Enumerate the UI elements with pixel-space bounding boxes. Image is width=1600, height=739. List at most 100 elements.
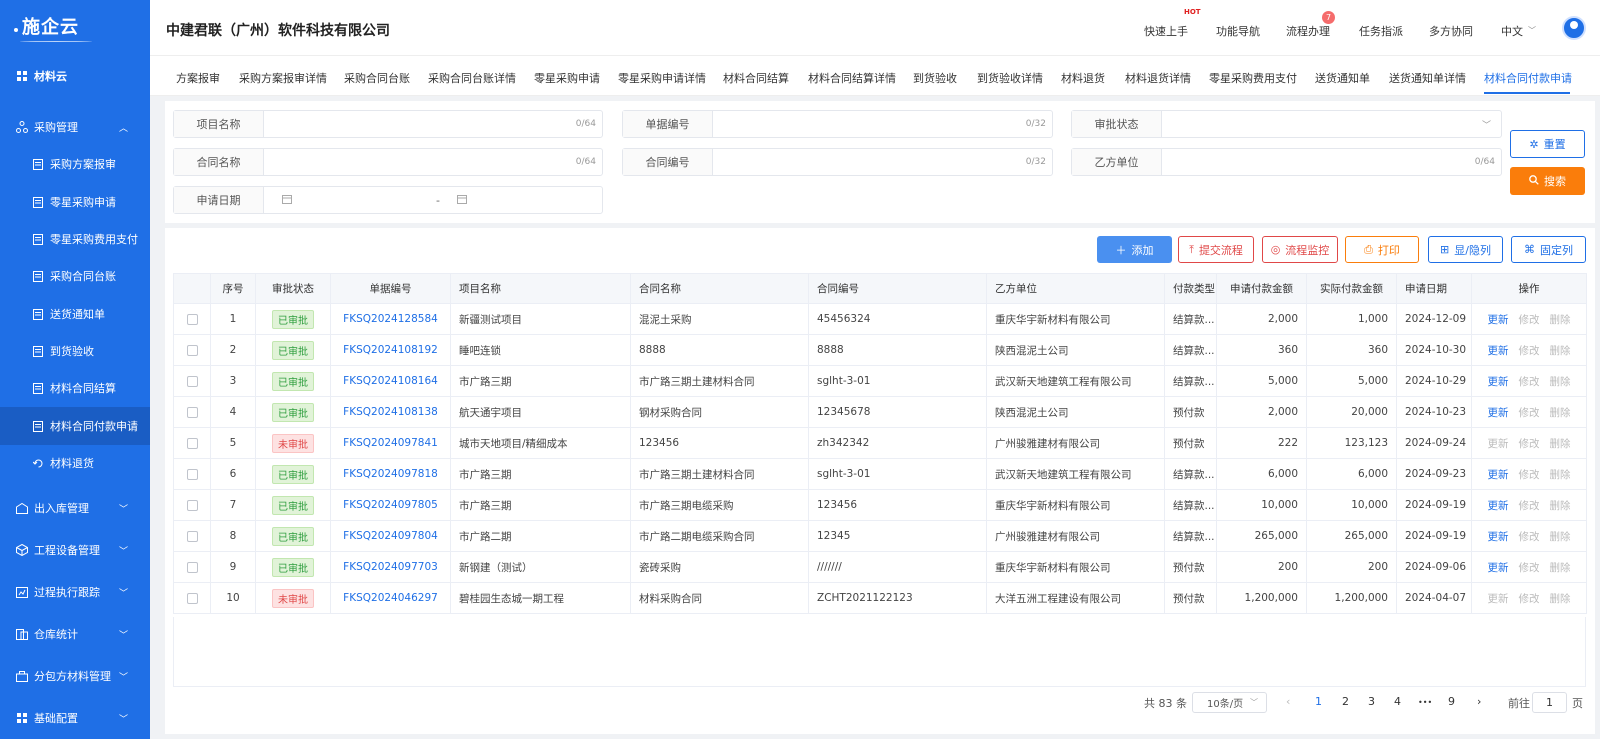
- doc-no-field[interactable]: 单据编号 0/32: [622, 110, 1053, 138]
- edit-button[interactable]: 修改: [1519, 314, 1540, 326]
- edit-button[interactable]: 修改: [1519, 469, 1540, 481]
- edit-button[interactable]: 修改: [1519, 593, 1540, 605]
- sidebar-item-delivery-notice[interactable]: 送货通知单: [0, 295, 150, 333]
- page-1[interactable]: 1: [1315, 695, 1322, 708]
- process-monitor-button[interactable]: ◎ 流程监控: [1262, 236, 1338, 263]
- sidebar-item-material-return[interactable]: 材料退货: [0, 444, 150, 482]
- doc-no-link[interactable]: FKSQ2024097703: [343, 561, 438, 573]
- row-checkbox[interactable]: [186, 530, 198, 542]
- row-checkbox[interactable]: [186, 313, 198, 325]
- page-size-select[interactable]: 10条/页 ﹀: [1192, 692, 1267, 713]
- tab-contract-ledger[interactable]: 采购合同台账: [344, 70, 410, 86]
- sidebar-group-process[interactable]: 过程执行跟踪 ﹀: [0, 573, 150, 611]
- doc-no-link[interactable]: FKSQ2024046297: [343, 592, 438, 604]
- print-button[interactable]: ⎙ 打印: [1345, 236, 1419, 263]
- row-checkbox[interactable]: [186, 437, 198, 449]
- edit-button[interactable]: 修改: [1519, 562, 1540, 574]
- delete-button[interactable]: 删除: [1550, 531, 1571, 543]
- tab-delivery-notice[interactable]: 送货通知单: [1315, 70, 1370, 86]
- update-button[interactable]: 更新: [1488, 469, 1509, 481]
- page-3[interactable]: 3: [1368, 695, 1375, 708]
- doc-no-link[interactable]: FKSQ2024108192: [343, 344, 438, 356]
- doc-no-link[interactable]: FKSQ2024097818: [343, 468, 438, 480]
- page-ellipsis[interactable]: •••: [1418, 698, 1432, 707]
- sidebar-item-material-cloud[interactable]: 材料云: [0, 57, 150, 95]
- row-checkbox[interactable]: [186, 561, 198, 573]
- edit-button[interactable]: 修改: [1519, 345, 1540, 357]
- row-checkbox[interactable]: [186, 375, 198, 387]
- contract-name-field[interactable]: 合同名称 0/64: [173, 148, 603, 176]
- sidebar-item-purchase-plan[interactable]: 采购方案报审: [0, 145, 150, 183]
- sidebar-item-arrival-check[interactable]: 到货验收: [0, 332, 150, 370]
- prev-page-button[interactable]: ‹: [1286, 695, 1290, 708]
- tab-purchase-plan[interactable]: 方案报审: [176, 70, 220, 86]
- delete-button[interactable]: 删除: [1550, 314, 1571, 326]
- delete-button[interactable]: 删除: [1550, 407, 1571, 419]
- project-name-field[interactable]: 项目名称 0/64: [173, 110, 603, 138]
- party-b-field[interactable]: 乙方单位 0/64: [1071, 148, 1502, 176]
- tab-payment-request[interactable]: 材料合同付款申请: [1484, 70, 1572, 86]
- edit-button[interactable]: 修改: [1519, 376, 1540, 388]
- delete-button[interactable]: 删除: [1550, 500, 1571, 512]
- update-button[interactable]: 更新: [1488, 376, 1509, 388]
- tab-sporadic-payment[interactable]: 零星采购费用支付: [1209, 70, 1297, 86]
- collaboration-link[interactable]: 多方协同: [1429, 23, 1473, 39]
- process-handle-link[interactable]: 流程办理: [1286, 23, 1330, 39]
- update-button[interactable]: 更新: [1488, 407, 1509, 419]
- toggle-columns-button[interactable]: ⊞ 显/隐列: [1428, 236, 1503, 263]
- doc-no-link[interactable]: FKSQ2024097805: [343, 499, 438, 511]
- page-9[interactable]: 9: [1448, 695, 1455, 708]
- doc-no-link[interactable]: FKSQ2024128584: [343, 313, 438, 325]
- sidebar-item-contract-settlement[interactable]: 材料合同结算: [0, 369, 150, 407]
- sidebar-group-equipment[interactable]: 工程设备管理 ﹀: [0, 531, 150, 569]
- update-button[interactable]: 更新: [1488, 314, 1509, 326]
- delete-button[interactable]: 删除: [1550, 593, 1571, 605]
- delete-button[interactable]: 删除: [1550, 562, 1571, 574]
- edit-button[interactable]: 修改: [1519, 500, 1540, 512]
- add-button[interactable]: ＋ 添加: [1097, 236, 1172, 263]
- doc-no-link[interactable]: FKSQ2024097841: [343, 437, 438, 449]
- sidebar-group-warehouse[interactable]: 仓库统计 ﹀: [0, 615, 150, 653]
- reset-button[interactable]: ✲ 重置: [1510, 130, 1585, 158]
- tab-contract-settlement-detail[interactable]: 材料合同结算详情: [808, 70, 896, 86]
- update-button[interactable]: 更新: [1488, 531, 1509, 543]
- edit-button[interactable]: 修改: [1519, 407, 1540, 419]
- row-checkbox[interactable]: [186, 406, 198, 418]
- next-page-button[interactable]: ›: [1477, 695, 1481, 708]
- tab-material-return[interactable]: 材料退货: [1061, 70, 1105, 86]
- approval-status-select[interactable]: 审批状态 ﹀: [1071, 110, 1502, 138]
- edit-button[interactable]: 修改: [1519, 531, 1540, 543]
- tab-sporadic-purchase[interactable]: 零星采购申请: [534, 70, 600, 86]
- sidebar-item-sporadic-payment[interactable]: 零星采购费用支付: [0, 220, 150, 258]
- tab-contract-settlement[interactable]: 材料合同结算: [723, 70, 789, 86]
- sidebar-group-subcontract[interactable]: 分包方材料管理 ﹀: [0, 657, 150, 695]
- delete-button[interactable]: 删除: [1550, 469, 1571, 481]
- doc-no-link[interactable]: FKSQ2024108164: [343, 375, 438, 387]
- doc-no-link[interactable]: FKSQ2024097804: [343, 530, 438, 542]
- update-button[interactable]: 更新: [1488, 593, 1509, 605]
- row-checkbox[interactable]: [186, 592, 198, 604]
- delete-button[interactable]: 删除: [1550, 438, 1571, 450]
- page-2[interactable]: 2: [1342, 695, 1349, 708]
- row-checkbox[interactable]: [186, 499, 198, 511]
- page-4[interactable]: 4: [1394, 695, 1401, 708]
- delete-button[interactable]: 删除: [1550, 376, 1571, 388]
- tab-delivery-notice-detail[interactable]: 送货通知单详情: [1389, 70, 1466, 86]
- apply-date-range[interactable]: 申请日期 -: [173, 186, 603, 214]
- update-button[interactable]: 更新: [1488, 562, 1509, 574]
- doc-no-link[interactable]: FKSQ2024108138: [343, 406, 438, 418]
- task-assign-link[interactable]: 任务指派: [1359, 23, 1403, 39]
- contract-no-field[interactable]: 合同编号 0/32: [622, 148, 1053, 176]
- search-button[interactable]: 搜索: [1510, 167, 1585, 195]
- tab-material-return-detail[interactable]: 材料退货详情: [1125, 70, 1191, 86]
- delete-button[interactable]: 删除: [1550, 345, 1571, 357]
- avatar[interactable]: [1562, 16, 1586, 40]
- update-button[interactable]: 更新: [1488, 345, 1509, 357]
- sidebar-group-inout[interactable]: 出入库管理 ﹀: [0, 489, 150, 527]
- row-checkbox[interactable]: [186, 344, 198, 356]
- sidebar-group-purchase[interactable]: 采购管理 ︿: [0, 108, 150, 146]
- tab-contract-ledger-detail[interactable]: 采购合同台账详情: [428, 70, 516, 86]
- tab-arrival-check[interactable]: 到货验收: [913, 70, 957, 86]
- update-button[interactable]: 更新: [1488, 438, 1509, 450]
- sidebar-item-contract-ledger[interactable]: 采购合同台账: [0, 257, 150, 295]
